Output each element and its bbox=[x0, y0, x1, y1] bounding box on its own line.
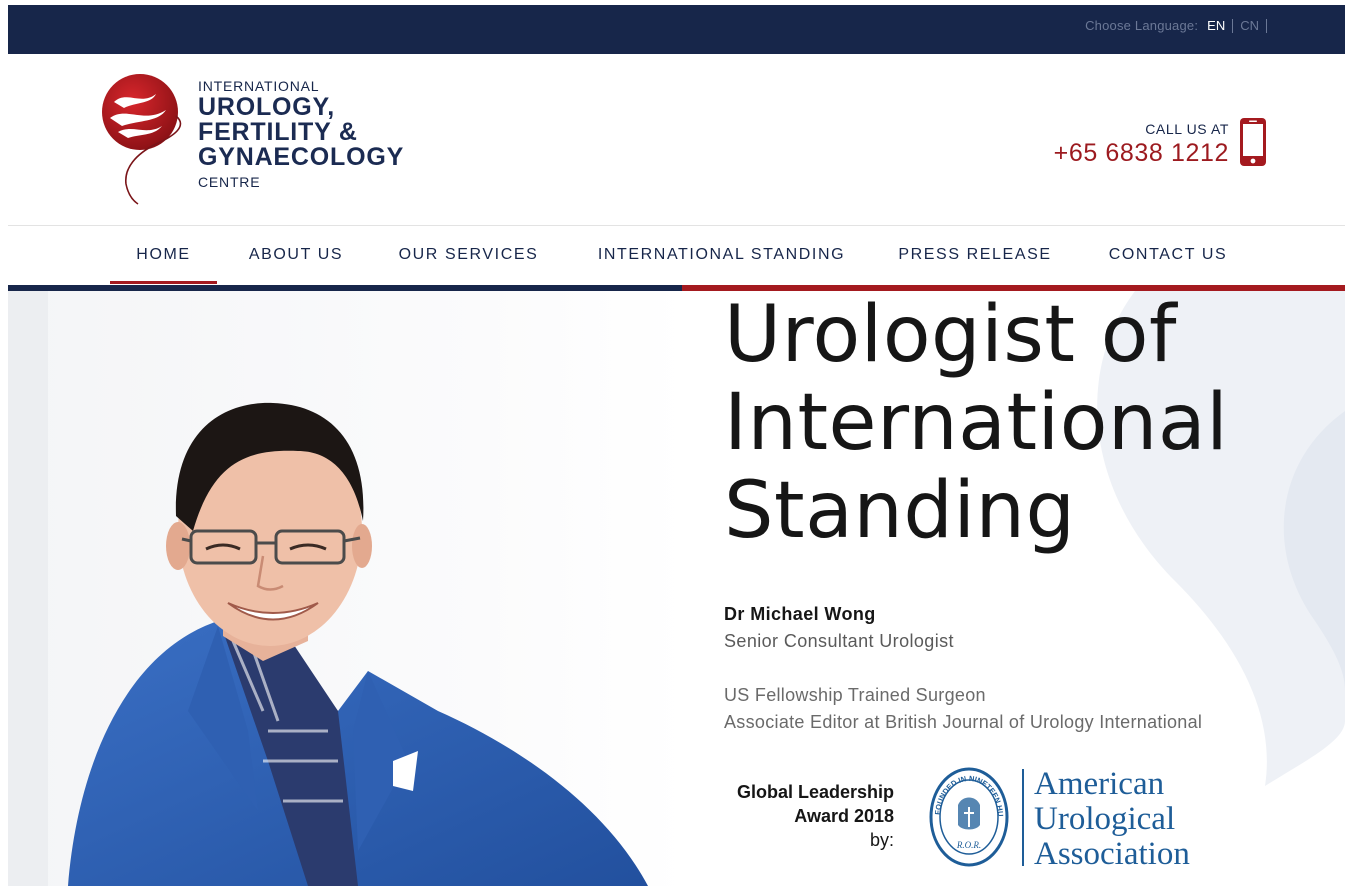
language-label: Choose Language: bbox=[1085, 18, 1199, 33]
aua-seal-initials: R.O.R. bbox=[956, 840, 981, 850]
aua-line-american: American bbox=[1034, 766, 1165, 802]
nav-item-international-standing[interactable]: INTERNATIONAL STANDING bbox=[583, 226, 860, 284]
language-option-en[interactable]: EN bbox=[1207, 18, 1234, 33]
aua-seal-logo: FOUNDED IN NINETEEN HUNDRED TWO R.O.R. bbox=[928, 765, 1009, 867]
hero-headline-line-3: Standing bbox=[724, 466, 1076, 556]
brand-line-fertility: FERTILITY & bbox=[198, 118, 358, 146]
nav-item-home[interactable]: HOME bbox=[110, 226, 217, 284]
hero-headline-line-2: International bbox=[724, 378, 1229, 468]
credential-associate-editor: Associate Editor at British Journal of U… bbox=[724, 712, 1203, 732]
aua-divider bbox=[1022, 769, 1024, 866]
nav-item-contact-us[interactable]: CONTACT US bbox=[1098, 226, 1238, 284]
brand-wordmark[interactable]: INTERNATIONAL UROLOGY, FERTILITY & GYNAE… bbox=[198, 78, 404, 192]
top-bar: Choose Language: EN CN bbox=[8, 5, 1345, 54]
language-option-cn[interactable]: CN bbox=[1233, 18, 1267, 33]
hero-headline-line-1: Urologist of bbox=[724, 291, 1177, 380]
doctor-name: Dr Michael Wong bbox=[724, 604, 876, 624]
award-caption: Global Leadership Award 2018 by: bbox=[708, 780, 894, 852]
award-line-2: Award 2018 bbox=[794, 806, 894, 826]
phone-number-link[interactable]: +65 6838 1212 bbox=[1054, 139, 1229, 168]
main-nav: HOME ABOUT US OUR SERVICES INTERNATIONAL… bbox=[8, 226, 1345, 284]
hero-headline: Urologist of International Standing bbox=[724, 291, 1324, 555]
aua-line-association: Association bbox=[1034, 836, 1190, 872]
call-us-label: CALL US AT bbox=[1145, 121, 1229, 137]
doctor-portrait-image bbox=[8, 291, 688, 886]
brand-line-gynaecology: GYNAECOLOGY bbox=[198, 143, 405, 171]
site-header: INTERNATIONAL UROLOGY, FERTILITY & GYNAE… bbox=[8, 54, 1345, 226]
credential-fellowship: US Fellowship Trained Surgeon bbox=[724, 685, 986, 705]
call-us-block: CALL US AT +65 6838 1212 bbox=[1054, 121, 1229, 168]
award-line-1: Global Leadership bbox=[736, 782, 894, 802]
nav-item-our-services[interactable]: OUR SERVICES bbox=[391, 226, 546, 284]
nav-item-about-us[interactable]: ABOUT US bbox=[238, 226, 354, 284]
language-switcher: Choose Language: EN CN bbox=[1085, 18, 1267, 33]
red-circle-swirl-logo-icon[interactable] bbox=[96, 72, 196, 207]
mobile-phone-icon[interactable] bbox=[1239, 117, 1267, 167]
nav-item-press-release[interactable]: PRESS RELEASE bbox=[894, 226, 1056, 284]
brand-line-urology: UROLOGY, bbox=[198, 93, 335, 121]
brand-line-centre: CENTRE bbox=[198, 174, 261, 190]
aua-wordmark: American Urological Association bbox=[1034, 767, 1190, 872]
hero-banner: Urologist of International Standing Dr M… bbox=[8, 291, 1345, 886]
doctor-title: Senior Consultant Urologist bbox=[724, 631, 954, 651]
award-line-3: by: bbox=[869, 830, 894, 850]
aua-line-urological: Urological bbox=[1034, 801, 1176, 837]
